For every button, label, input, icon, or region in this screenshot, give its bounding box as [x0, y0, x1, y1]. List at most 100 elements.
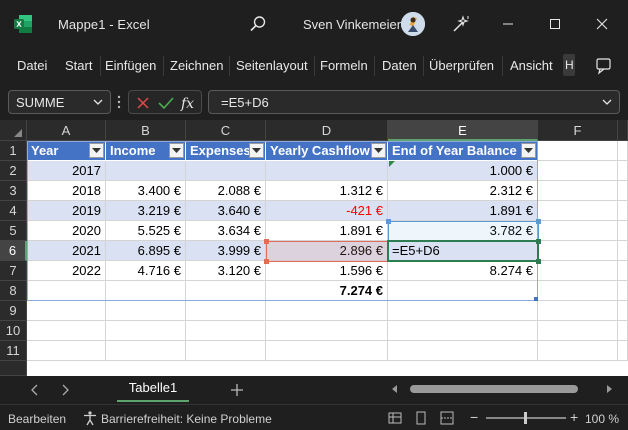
cell-b8[interactable]	[106, 281, 186, 301]
add-sheet-icon[interactable]	[230, 383, 244, 397]
spreadsheet-grid[interactable]: A B C D E F 1 2 3 4 5 6 7 8 9 10 11 Year…	[0, 120, 628, 376]
cell-g5[interactable]	[618, 221, 628, 241]
row-header-7[interactable]: 7	[0, 261, 27, 281]
sheet-tab-tabelle1[interactable]: Tabelle1	[117, 376, 189, 402]
cell-a4[interactable]: 2019	[27, 201, 106, 221]
tab-ueberpruefen[interactable]: Überprüfen	[429, 58, 494, 73]
tab-start[interactable]: Start	[65, 58, 92, 73]
magic-wand-icon[interactable]	[450, 13, 472, 35]
cell-a3[interactable]: 2018	[27, 181, 106, 201]
cell-g7[interactable]	[618, 261, 628, 281]
avatar[interactable]	[401, 12, 425, 36]
cell-e7[interactable]: 8.274 €	[388, 261, 538, 281]
resize-handle[interactable]	[536, 219, 541, 224]
filter-dropdown-button[interactable]	[89, 143, 104, 158]
cell-f7[interactable]	[538, 261, 618, 281]
empty-cell[interactable]	[186, 321, 266, 341]
zoom-level[interactable]: 100 %	[585, 412, 619, 426]
cancel-icon[interactable]	[136, 96, 150, 110]
table-header-end-of-year-balance[interactable]: End of Year Balance	[388, 141, 538, 161]
cell-b7[interactable]: 4.716 €	[106, 261, 186, 281]
cell-g2[interactable]	[618, 161, 628, 181]
cell-d8-total[interactable]: 7.274 €	[266, 281, 388, 301]
cell-f8[interactable]	[538, 281, 618, 301]
cell-g8[interactable]	[618, 281, 628, 301]
empty-cell[interactable]	[618, 321, 628, 341]
empty-cell[interactable]	[27, 301, 106, 321]
resize-handle[interactable]	[264, 239, 269, 244]
table-header-yearly-cashflow[interactable]: Yearly Cashflow	[266, 141, 388, 161]
table-header-expenses[interactable]: Expenses	[186, 141, 266, 161]
cell-b3[interactable]: 3.400 €	[106, 181, 186, 201]
cell-e2[interactable]: 1.000 €	[388, 161, 538, 181]
horizontal-scrollbar[interactable]	[388, 382, 616, 396]
cell-c8[interactable]	[186, 281, 266, 301]
page-layout-view-icon[interactable]	[414, 411, 428, 425]
empty-cell[interactable]	[27, 321, 106, 341]
cell-g6[interactable]	[618, 241, 628, 261]
cell-f3[interactable]	[538, 181, 618, 201]
cell-c3[interactable]: 2.088 €	[186, 181, 266, 201]
empty-cell[interactable]	[106, 321, 186, 341]
resize-handle[interactable]	[386, 219, 391, 224]
zoom-slider[interactable]	[486, 412, 566, 424]
row-header-9[interactable]: 9	[0, 301, 27, 321]
tab-overflow-h[interactable]: H	[563, 54, 575, 76]
cell-d3[interactable]: 1.312 €	[266, 181, 388, 201]
cell-c2[interactable]	[186, 161, 266, 181]
column-header-c[interactable]: C	[186, 120, 266, 141]
empty-cell[interactable]	[388, 301, 538, 321]
formula-warning-indicator[interactable]	[389, 161, 395, 167]
filter-dropdown-button[interactable]	[371, 143, 386, 158]
cell-c4[interactable]: 3.640 €	[186, 201, 266, 221]
row-header-6[interactable]: 6	[0, 241, 27, 261]
empty-cell[interactable]	[618, 301, 628, 321]
empty-cell[interactable]	[618, 341, 628, 361]
tab-ansicht[interactable]: Ansicht	[510, 58, 553, 73]
resize-handle[interactable]	[264, 259, 269, 264]
tab-formeln[interactable]: Formeln	[320, 58, 368, 73]
cell-b6[interactable]: 6.895 €	[106, 241, 186, 261]
cell-a8[interactable]	[27, 281, 106, 301]
cell-f5[interactable]	[538, 221, 618, 241]
cell-d5[interactable]: 1.891 €	[266, 221, 388, 241]
column-header-a[interactable]: A	[27, 120, 106, 141]
cell-b5[interactable]: 5.525 €	[106, 221, 186, 241]
cell-a7[interactable]: 2022	[27, 261, 106, 281]
empty-cell[interactable]	[186, 341, 266, 361]
row-header-11[interactable]: 11	[0, 341, 27, 361]
row-header-5[interactable]: 5	[0, 221, 27, 241]
empty-cell[interactable]	[266, 341, 388, 361]
tab-datei[interactable]: Datei	[17, 58, 47, 73]
cell-e5[interactable]: 3.782 €	[388, 221, 538, 241]
table-header-income[interactable]: Income	[106, 141, 186, 161]
fill-handle[interactable]	[536, 259, 541, 264]
chevron-right-icon[interactable]	[58, 382, 72, 398]
cell-e8[interactable]	[388, 281, 538, 301]
cell-d2[interactable]	[266, 161, 388, 181]
close-button[interactable]	[590, 12, 614, 36]
table-header-year[interactable]: Year	[27, 141, 106, 161]
row-header-10[interactable]: 10	[0, 321, 27, 341]
cell-c5[interactable]: 3.634 €	[186, 221, 266, 241]
column-header-f[interactable]: F	[538, 120, 618, 141]
cell-c6[interactable]: 3.999 €	[186, 241, 266, 261]
row-header-2[interactable]: 2	[0, 161, 27, 181]
user-name[interactable]: Sven Vinkemeier	[303, 17, 401, 32]
resize-handle[interactable]	[536, 239, 541, 244]
row-header-8[interactable]: 8	[0, 281, 27, 301]
accessibility-icon[interactable]	[82, 410, 98, 426]
tab-zeichnen[interactable]: Zeichnen	[170, 58, 223, 73]
normal-view-icon[interactable]	[388, 411, 402, 425]
cell-d6[interactable]: 2.896 €	[266, 241, 388, 261]
empty-cell[interactable]	[538, 301, 618, 321]
cell-f6[interactable]	[538, 241, 618, 261]
cell-g1[interactable]	[618, 141, 628, 161]
row-header-4[interactable]: 4	[0, 201, 27, 221]
row-header-3[interactable]: 3	[0, 181, 27, 201]
insert-function-icon[interactable]: fx	[180, 94, 198, 112]
cell-d7[interactable]: 1.596 €	[266, 261, 388, 281]
chevron-down-icon[interactable]	[92, 96, 104, 108]
name-box[interactable]: SUMME	[8, 90, 111, 114]
cell-a2[interactable]: 2017	[27, 161, 106, 181]
